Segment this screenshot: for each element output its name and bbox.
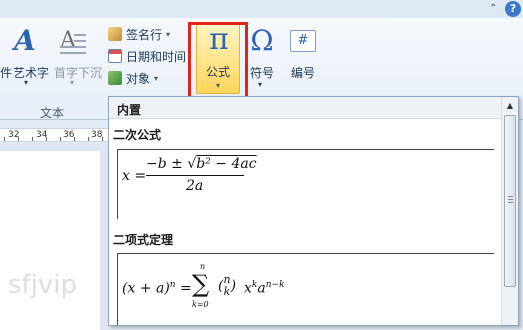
quadratic-formula-item[interactable]: x = −b ± √b² − 4ac 2a xyxy=(117,149,494,219)
object-label: 对象 xyxy=(126,71,151,86)
help-icon[interactable]: ? xyxy=(505,1,521,17)
section-title-binomial: 二项式定理 xyxy=(113,233,174,247)
signature-icon xyxy=(108,27,122,41)
binomial-lhs: (x + a)n = xyxy=(122,280,192,297)
title-bar: ⌃ ? xyxy=(0,0,523,18)
section-title-quadratic: 二次公式 xyxy=(113,128,162,142)
object-button[interactable]: 对象 ▾ xyxy=(108,69,158,87)
datetime-label: 日期和时间 xyxy=(126,49,187,64)
dropcap-dropdown-icon[interactable]: ▾ xyxy=(70,78,74,87)
quadratic-denominator: 2a xyxy=(186,178,204,194)
horizontal-ruler: 32 34 36 38 xyxy=(0,128,108,142)
gallery-header: 内置 xyxy=(109,97,503,119)
number-label[interactable]: 编号 xyxy=(291,64,315,81)
wordart-label[interactable]: 艺术字 xyxy=(13,64,49,81)
binomial-terms: xkan−k xyxy=(244,280,285,297)
scroll-thumb[interactable] xyxy=(504,115,516,287)
signature-label: 签名行 xyxy=(126,27,163,42)
wordart-icon[interactable]: A xyxy=(14,26,40,56)
equation-gallery-panel: 内置 二次公式 x = −b ± √b² − 4ac 2a 二项式定理 (x +… xyxy=(108,96,519,326)
quadratic-lhs: x = xyxy=(122,168,147,184)
textbox-label-fragment[interactable]: 件 xyxy=(0,64,12,81)
calendar-icon xyxy=(108,49,122,63)
binomial-theorem-item[interactable]: (x + a)n = n ∑ k=0 (n k) xkan−k xyxy=(117,253,494,325)
ruler-tick-label: 38 xyxy=(91,130,103,140)
collapse-ribbon-icon[interactable]: ⌃ xyxy=(489,4,499,14)
document-area[interactable] xyxy=(0,143,108,330)
sum-lower-limit: k=0 xyxy=(192,300,209,309)
wordart-dropdown-icon[interactable]: ▾ xyxy=(24,78,28,87)
symbol-label[interactable]: 符号 xyxy=(250,64,274,81)
binomial-coefficient: (n k) xyxy=(218,273,237,298)
object-dropdown-icon: ▾ xyxy=(154,73,159,83)
signature-dropdown-icon: ▾ xyxy=(166,29,171,39)
gallery-scrollbar[interactable]: ▲ xyxy=(501,97,518,325)
signature-line-button[interactable]: 签名行 ▾ xyxy=(108,25,170,43)
datetime-button[interactable]: 日期和时间 xyxy=(108,47,186,65)
ruler-tick-label: 36 xyxy=(63,130,75,140)
object-icon xyxy=(108,71,122,85)
symbol-dropdown-icon[interactable]: ▾ xyxy=(258,80,262,89)
number-icon[interactable]: # xyxy=(290,30,316,52)
sum-symbol: ∑ xyxy=(192,270,210,298)
dropcap-label[interactable]: 首字下沉 xyxy=(54,64,102,81)
dropcap-icon[interactable]: A xyxy=(60,30,86,54)
scroll-up-icon[interactable]: ▲ xyxy=(504,100,516,112)
document-page[interactable] xyxy=(0,151,100,330)
omega-icon[interactable]: Ω xyxy=(248,26,276,56)
text-group-label: 文本 xyxy=(40,106,65,120)
quadratic-numerator: −b ± √b² − 4ac xyxy=(146,156,257,172)
watermark: sfjvip xyxy=(8,270,78,300)
fraction-bar xyxy=(146,175,244,176)
